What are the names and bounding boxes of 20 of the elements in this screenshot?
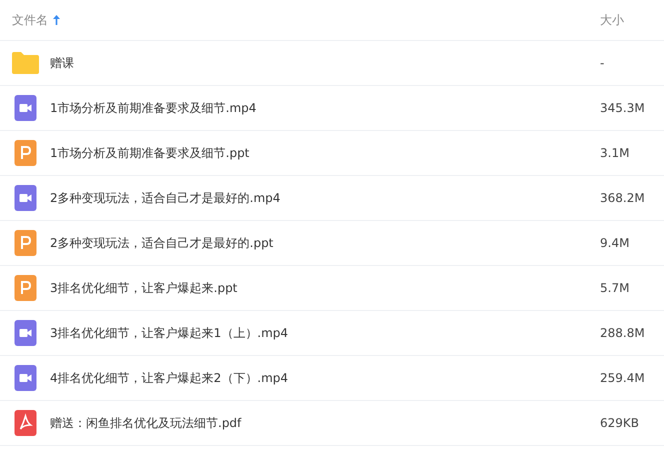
file-name[interactable]: 3排名优化细节，让客户爆起来.ppt [50, 280, 600, 296]
file-size: 259.4M [600, 371, 646, 385]
file-name[interactable]: 2多种变现玩法，适合自己才是最好的.mp4 [50, 190, 600, 206]
file-size: 345.3M [600, 101, 646, 115]
name-column-header[interactable]: 文件名 [12, 12, 48, 28]
file-size: 3.1M [600, 146, 630, 160]
file-size: 5.7M [600, 281, 630, 295]
size-column-header[interactable]: 大小 [600, 12, 664, 28]
file-name[interactable]: 赠课 [50, 54, 600, 72]
file-name[interactable]: 3排名优化细节，让客户爆起来1（上）.mp4 [50, 324, 600, 342]
file-name[interactable]: 1市场分析及前期准备要求及细节.mp4 [50, 100, 600, 116]
file-size: 629KB [600, 416, 640, 430]
file-name[interactable]: 1市场分析及前期准备要求及细节.ppt [50, 144, 600, 162]
file-size: 9.4M [600, 236, 630, 250]
file-size: 368.2M [600, 191, 646, 205]
file-name[interactable]: 4排名优化细节，让客户爆起来2（下）.mp4 [50, 370, 600, 386]
file-size: - [600, 56, 606, 70]
file-name[interactable]: 2多种变现玩法，适合自己才是最好的.ppt [50, 234, 600, 252]
file-size: 288.8M [600, 326, 646, 340]
file-name[interactable]: 赠送：闲鱼排名优化及玩法细节.pdf [50, 414, 600, 432]
